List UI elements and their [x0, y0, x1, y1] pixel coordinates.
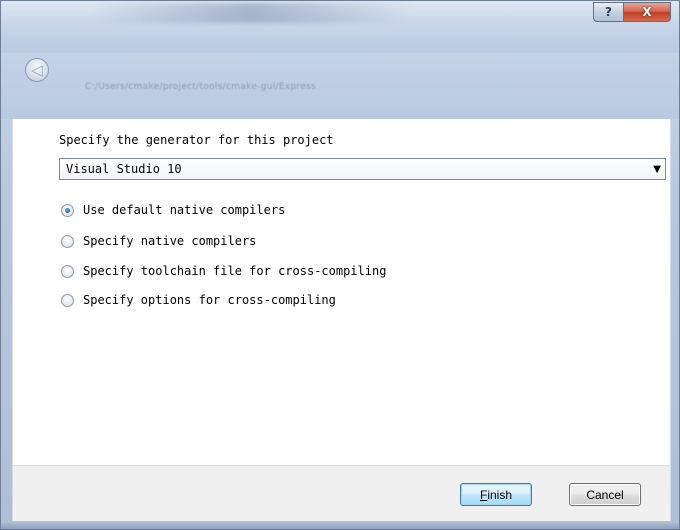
- close-icon: X: [642, 5, 652, 19]
- close-button[interactable]: X: [623, 2, 671, 22]
- caption-buttons: ? X: [593, 2, 671, 22]
- radio-button[interactable]: [61, 293, 74, 307]
- cmake-setup-dialog: ? X ◁ C:/Users/cmake/project/tools/cmake…: [0, 0, 680, 530]
- cancel-button[interactable]: Cancel: [569, 483, 641, 506]
- title-glass-reflection: [91, 3, 411, 23]
- radio-label: Specify options for cross-compiling: [83, 293, 336, 307]
- back-arrow-icon: ◁: [31, 60, 43, 79]
- radio-button-checked[interactable]: [61, 203, 74, 217]
- generator-dropdown[interactable]: Visual Studio 10 ▼: [59, 158, 666, 180]
- radio-default-native-compilers[interactable]: Use default native compilers: [61, 201, 285, 219]
- radio-specify-native-compilers[interactable]: Specify native compilers: [61, 232, 256, 250]
- navigation-bar: ◁ C:/Users/cmake/project/tools/cmake-gui…: [1, 53, 679, 119]
- button-bar: Finish Cancel: [12, 465, 671, 522]
- finish-button[interactable]: Finish: [460, 483, 532, 506]
- wizard-page: Specify the generator for this project V…: [12, 119, 671, 465]
- finish-accelerator: F: [479, 487, 488, 502]
- chevron-down-icon[interactable]: ▼: [653, 164, 661, 175]
- back-button[interactable]: ◁: [25, 58, 49, 82]
- radio-label: Specify toolchain file for cross-compili…: [83, 264, 387, 278]
- help-button[interactable]: ?: [593, 2, 623, 22]
- radio-label: Specify native compilers: [83, 234, 257, 248]
- radio-button[interactable]: [61, 234, 74, 248]
- generator-prompt-label: Specify the generator for this project: [59, 133, 334, 147]
- radio-cross-compiling-options[interactable]: Specify options for cross-compiling: [61, 291, 336, 309]
- title-bar[interactable]: ? X: [1, 1, 679, 53]
- radio-toolchain-file[interactable]: Specify toolchain file for cross-compili…: [61, 262, 386, 280]
- wizard-path-text: C:/Users/cmake/project/tools/cmake-gui/E…: [85, 82, 317, 92]
- radio-label: Use default native compilers: [83, 203, 286, 217]
- window-bottom-frame: [1, 521, 679, 529]
- generator-selected-value: Visual Studio 10: [66, 162, 182, 176]
- finish-label: inish: [487, 487, 513, 502]
- radio-button[interactable]: [61, 264, 74, 278]
